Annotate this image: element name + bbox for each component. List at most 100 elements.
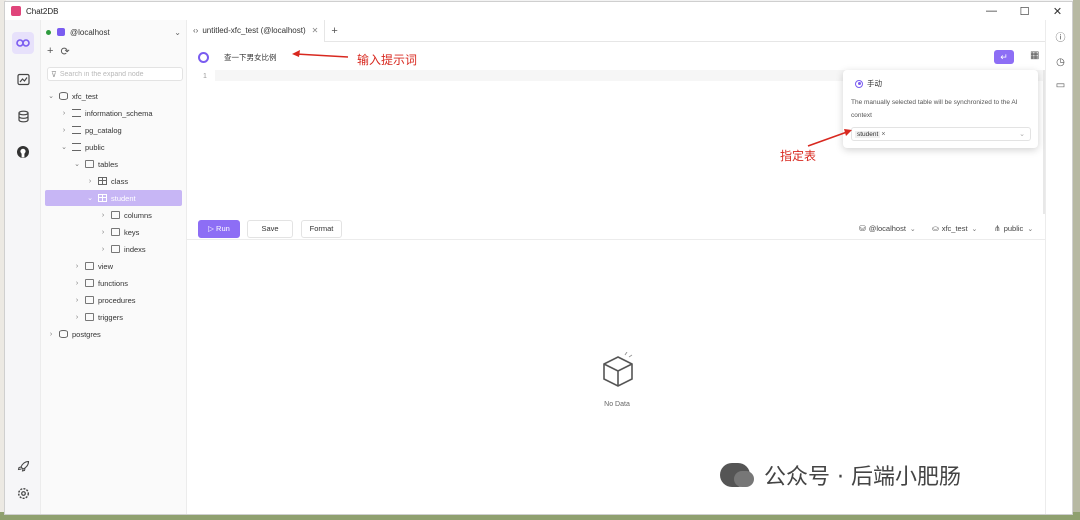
minimize-button[interactable]: — bbox=[975, 5, 1008, 18]
tree-item-procedures[interactable]: › procedures bbox=[73, 292, 181, 308]
chevron-right-icon[interactable]: › bbox=[60, 110, 68, 117]
chevron-right-icon[interactable]: › bbox=[73, 297, 81, 304]
no-data-text: No Data bbox=[604, 401, 630, 408]
watermark-text: 公众号 · 后端小肥肠 bbox=[764, 465, 961, 490]
folder-icon bbox=[111, 228, 120, 236]
database-context-select[interactable]: ⛀ xfc_test ⌄ bbox=[932, 224, 977, 233]
folder-icon bbox=[85, 279, 94, 287]
tree-item-tables[interactable]: ⌄ tables bbox=[73, 156, 181, 172]
tree-item-xfc-test[interactable]: ⌄ xfc_test bbox=[47, 88, 181, 104]
connection-context-select[interactable]: ⛁ @localhost ⌄ bbox=[859, 224, 916, 233]
chevron-down-icon[interactable]: ⌄ bbox=[73, 160, 81, 168]
tree-item-label: view bbox=[98, 261, 114, 271]
terminal-icon[interactable]: ▭ bbox=[1054, 79, 1067, 92]
run-label: Run bbox=[216, 224, 230, 233]
code-icon: ‹› bbox=[193, 26, 199, 35]
tree-item-label: class bbox=[111, 176, 129, 186]
tree-item-pg-catalog[interactable]: › pg_catalog bbox=[60, 122, 181, 138]
maximize-button[interactable]: ☐ bbox=[1008, 5, 1041, 18]
tree-item-functions[interactable]: › functions bbox=[73, 275, 181, 291]
tree-item-label: information_schema bbox=[85, 108, 153, 118]
chevron-right-icon[interactable]: › bbox=[73, 314, 81, 321]
chevron-down-icon: ⌄ bbox=[1027, 225, 1034, 233]
table-select-icon[interactable]: ▦ bbox=[1030, 50, 1039, 61]
chevron-right-icon[interactable]: › bbox=[99, 229, 107, 236]
chevron-right-icon[interactable]: › bbox=[99, 246, 107, 253]
selected-table-tag: student bbox=[855, 130, 881, 138]
dashboard-icon[interactable] bbox=[12, 68, 34, 90]
tree-item-public[interactable]: ⌄ public bbox=[60, 139, 181, 155]
empty-box-icon bbox=[603, 352, 633, 387]
history-icon[interactable]: ◷ bbox=[1054, 56, 1067, 69]
database-icon[interactable] bbox=[12, 105, 34, 127]
tree-search: ⊽ bbox=[47, 67, 183, 81]
manual-mode-label: 手动 bbox=[867, 79, 882, 88]
format-button[interactable]: Format bbox=[301, 220, 342, 238]
rocket-icon[interactable] bbox=[12, 455, 34, 477]
tree-item-columns[interactable]: › columns bbox=[99, 207, 181, 223]
chevron-down-icon[interactable]: ⌄ bbox=[60, 143, 68, 151]
run-button[interactable]: ▷ Run bbox=[198, 220, 240, 238]
info-icon[interactable]: ⓘ bbox=[1054, 32, 1067, 45]
schema-icon bbox=[72, 126, 81, 134]
execution-toolbar: ▷ Run Save Format ⛁ @localhost ⌄ ⛀ xfc_t… bbox=[187, 218, 1045, 240]
app-logo-icon bbox=[11, 6, 21, 16]
chevron-down-icon: ⌄ bbox=[971, 225, 978, 233]
table-arrow-icon bbox=[807, 129, 852, 147]
tree-search-input[interactable] bbox=[59, 70, 175, 78]
close-tab-icon[interactable]: ✕ bbox=[312, 26, 319, 35]
tree-item-label: public bbox=[85, 142, 105, 152]
connections-icon[interactable] bbox=[12, 32, 34, 54]
refresh-icon[interactable]: ⟳ bbox=[60, 45, 69, 58]
context-database: xfc_test bbox=[941, 224, 968, 233]
save-button[interactable]: Save bbox=[247, 220, 293, 238]
folder-icon bbox=[85, 313, 94, 321]
schema-context-select[interactable]: ⋔ public ⌄ bbox=[994, 224, 1033, 233]
add-icon[interactable]: + bbox=[47, 45, 53, 58]
connection-selector[interactable]: @localhost ⌄ bbox=[41, 24, 187, 40]
settings-icon[interactable] bbox=[12, 482, 34, 504]
chevron-right-icon[interactable]: › bbox=[60, 127, 68, 134]
folder-icon bbox=[111, 211, 120, 219]
postgres-icon: ⛁ bbox=[859, 224, 866, 233]
tree-item-triggers[interactable]: › triggers bbox=[73, 309, 181, 325]
connection-label: @localhost bbox=[70, 27, 110, 37]
tab-untitled-xfc-test[interactable]: ‹› untitled-xfc_test (@localhost) ✕ bbox=[187, 19, 326, 42]
tree-item-label: student bbox=[111, 193, 136, 203]
table-multiselect[interactable]: student × ⌄ bbox=[851, 127, 1031, 141]
send-prompt-button[interactable]: ↵ bbox=[994, 50, 1014, 64]
chevron-right-icon[interactable]: › bbox=[73, 280, 81, 287]
context-connection: @localhost bbox=[868, 224, 906, 233]
tree-item-indexs[interactable]: › indexs bbox=[99, 241, 181, 257]
tree-item-student[interactable]: ⌄ student bbox=[45, 190, 182, 206]
folder-icon bbox=[85, 262, 94, 270]
postgres-icon bbox=[57, 28, 65, 36]
app-window: Chat2DB — ☐ ✕ @localhost ⌄ + ⟳ ⊽ Search … bbox=[4, 1, 1073, 515]
chevron-down-icon[interactable]: ⌄ bbox=[86, 194, 94, 202]
folder-icon bbox=[85, 296, 94, 304]
chevron-right-icon[interactable]: › bbox=[86, 178, 94, 185]
database-icon bbox=[59, 92, 68, 100]
tree-item-class[interactable]: › class bbox=[86, 173, 181, 189]
folder-icon bbox=[85, 160, 94, 168]
right-rail: ⓘ ◷ ▭ bbox=[1045, 20, 1072, 514]
tree-item-keys[interactable]: › keys bbox=[99, 224, 181, 240]
add-tab-icon[interactable]: + bbox=[331, 25, 337, 37]
chevron-right-icon[interactable]: › bbox=[99, 212, 107, 219]
remove-tag-icon[interactable]: × bbox=[881, 131, 885, 138]
tree-item-information-schema[interactable]: › information_schema bbox=[60, 105, 181, 121]
tree-item-label: pg_catalog bbox=[85, 125, 122, 135]
chevron-down-icon[interactable]: ⌄ bbox=[47, 92, 55, 100]
schema-icon: ⋔ bbox=[994, 224, 1001, 233]
chevron-right-icon[interactable]: › bbox=[73, 263, 81, 270]
title-bar: Chat2DB — ☐ ✕ bbox=[5, 2, 1072, 20]
chevron-right-icon[interactable]: › bbox=[47, 331, 55, 338]
chevron-down-icon: ⌄ bbox=[174, 27, 181, 37]
tab-label: untitled-xfc_test (@localhost) bbox=[202, 26, 306, 35]
tree-item-label: keys bbox=[124, 227, 140, 237]
github-icon[interactable] bbox=[12, 141, 34, 163]
tree-item-view[interactable]: › view bbox=[73, 258, 181, 274]
tree-item-postgres[interactable]: › postgres bbox=[47, 326, 181, 342]
manual-mode-radio[interactable]: 手动 bbox=[851, 78, 882, 89]
close-window-button[interactable]: ✕ bbox=[1041, 5, 1072, 18]
